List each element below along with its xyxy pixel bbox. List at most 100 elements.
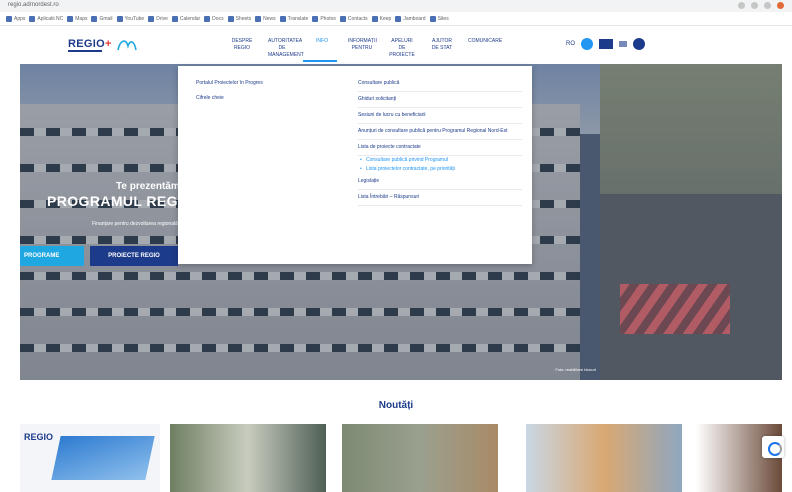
- active-nav-indicator: [303, 60, 337, 62]
- browser-actions: [738, 2, 784, 9]
- dropdown-sublink[interactable]: Lista proiectelor contractate, pe priori…: [358, 165, 522, 174]
- nav-item[interactable]: AUTORITATEA DE MANAGEMENT: [268, 38, 304, 59]
- solar-panel-image: [51, 436, 155, 480]
- bookmark-favicon-icon: [429, 15, 436, 22]
- bookmark-favicon-icon: [29, 15, 36, 22]
- nav-item[interactable]: COMUNICARE: [468, 38, 502, 59]
- bookmark-label: Jamboard: [403, 15, 426, 22]
- news-card[interactable]: REGIO: [20, 424, 160, 492]
- extensions-puzzle-icon[interactable]: [764, 2, 771, 9]
- language-selector[interactable]: RO: [566, 41, 575, 47]
- news-card[interactable]: [170, 424, 326, 492]
- bookmark-item[interactable]: Apps: [6, 15, 26, 22]
- bookmark-favicon-icon: [171, 15, 178, 22]
- bookmark-label: Contacts: [347, 15, 368, 22]
- logo-underline: [68, 50, 102, 52]
- news-card[interactable]: [696, 424, 782, 492]
- bookmark-label: Docs: [212, 15, 224, 22]
- bookmark-favicon-icon: [395, 15, 402, 22]
- bookmark-item[interactable]: Aplicatii NC: [29, 15, 63, 22]
- bookmark-label: News: [263, 15, 276, 22]
- dropdown-link[interactable]: Anunțuri de consultare publică pentru Pr…: [358, 124, 522, 140]
- bookmark-item[interactable]: Maps: [67, 15, 88, 22]
- logo-text: REGIO: [68, 38, 105, 50]
- hero-subtitle: Finanțare pentru dezvoltarea regională: [92, 221, 178, 227]
- browser-toolbar: regio.adrnordest.ro: [0, 0, 792, 12]
- projects-button[interactable]: PROIECTE REGIO: [90, 246, 178, 266]
- main-nav: DESPRE REGIO AUTORITATEA DE MANAGEMENT INF…: [228, 38, 502, 59]
- bookmark-favicon-icon: [312, 15, 319, 22]
- hero-caption: Foto: reabilitare blocuri: [555, 367, 596, 372]
- accessibility-icon[interactable]: [633, 38, 645, 50]
- star-icon[interactable]: [751, 2, 758, 9]
- dropdown-left-column: Portalul Proiectelor în Progres Cifrele c…: [196, 76, 346, 106]
- bookmarks-bar: Apps Aplicatii NC Maps Gmail YouTube Drive Cal…: [0, 12, 792, 26]
- bookmark-favicon-icon: [91, 15, 98, 22]
- news-card[interactable]: [526, 424, 682, 492]
- dropdown-link[interactable]: Ghiduri solicitanți: [358, 92, 522, 108]
- bookmark-favicon-icon: [371, 15, 378, 22]
- info-dropdown-menu: Portalul Proiectelor în Progres Cifrele c…: [178, 66, 532, 264]
- bookmark-item[interactable]: Calendar: [171, 15, 201, 22]
- bookmark-item[interactable]: Contacts: [339, 15, 368, 22]
- recaptcha-badge-icon[interactable]: [762, 436, 784, 458]
- nav-item[interactable]: APELURI DE PROIECTE: [388, 38, 416, 59]
- bookmark-favicon-icon: [339, 15, 346, 22]
- bookmark-item[interactable]: Sites: [429, 15, 449, 22]
- url-bar[interactable]: regio.adrnordest.ro: [8, 2, 59, 8]
- bookmark-item[interactable]: Gmail: [91, 15, 113, 22]
- bookmark-favicon-icon: [255, 15, 262, 22]
- extension-icon[interactable]: [738, 2, 745, 9]
- bookmark-item[interactable]: News: [255, 15, 276, 22]
- bookmark-item[interactable]: Translate: [279, 15, 309, 22]
- site-header: REGIO+ DESPRE REGIO AUTORITATEA DE MANAGE…: [0, 26, 792, 64]
- bookmark-label: Translate: [287, 15, 309, 22]
- nav-item[interactable]: INFO: [308, 38, 336, 59]
- bookmark-label: Sites: [437, 15, 449, 22]
- bookmark-item[interactable]: Jamboard: [395, 15, 426, 22]
- news-card[interactable]: [342, 424, 498, 492]
- dropdown-sublink[interactable]: Consultare publică privind Programul: [358, 156, 522, 165]
- hero-title: PROGRAMUL REGIO: [47, 193, 194, 209]
- bookmark-item[interactable]: YouTube: [116, 15, 144, 22]
- dropdown-link[interactable]: Consultare publică: [358, 76, 522, 92]
- dropdown-link[interactable]: Cifrele cheie: [196, 91, 346, 106]
- header-right: RO: [566, 38, 645, 50]
- bookmark-item[interactable]: Docs: [204, 15, 224, 22]
- bookmark-item[interactable]: Sheets: [227, 15, 251, 22]
- bookmark-favicon-icon: [116, 15, 123, 22]
- dropdown-link[interactable]: Legislație: [358, 174, 522, 190]
- logo-plus: +: [104, 38, 112, 50]
- regio-logo[interactable]: REGIO+: [68, 38, 112, 50]
- news-carousel: REGIO: [20, 424, 782, 492]
- bookmark-label: Gmail: [99, 15, 113, 22]
- bookmark-label: Apps: [14, 15, 26, 22]
- bookmark-item[interactable]: Photos: [312, 15, 336, 22]
- bookmark-favicon-icon: [279, 15, 286, 22]
- news-card-logo: REGIO: [24, 432, 54, 442]
- bookmark-item[interactable]: Keep: [371, 15, 392, 22]
- dropdown-link[interactable]: Sesiuni de lucru cu beneficiarii: [358, 108, 522, 124]
- bookmark-favicon-icon: [227, 15, 234, 22]
- dropdown-link[interactable]: Portalul Proiectelor în Progres: [196, 76, 346, 91]
- nav-item[interactable]: DESPRE REGIO: [228, 38, 256, 59]
- dropdown-link[interactable]: Lista de proiecte contractate: [358, 140, 522, 156]
- bookmark-label: Photos: [320, 15, 336, 22]
- hero-small-title: Te prezentăm: [116, 181, 180, 192]
- dropdown-link[interactable]: Lista Întrebări – Răspunsuri: [358, 190, 522, 206]
- programs-button[interactable]: PROGRAME: [20, 246, 84, 266]
- bookmark-label: Calendar: [179, 15, 201, 22]
- news-section-title: Noutăți: [378, 400, 414, 411]
- bookmark-item[interactable]: Drive: [148, 15, 168, 22]
- nav-item[interactable]: AJUTOR DE STAT: [428, 38, 456, 59]
- bookmark-label: Keep: [379, 15, 392, 22]
- eu-flag-icon: [599, 39, 613, 49]
- bookmark-label: Drive: [156, 15, 168, 22]
- bookmark-favicon-icon: [148, 15, 155, 22]
- nav-item[interactable]: INFORMAȚII PENTRU: [348, 38, 377, 59]
- search-icon[interactable]: [581, 38, 593, 50]
- programs-button-label: PROGRAME: [24, 253, 60, 259]
- bookmark-label: Maps: [75, 15, 88, 22]
- profile-avatar[interactable]: [777, 2, 784, 9]
- gov-logo-icon: [619, 41, 627, 47]
